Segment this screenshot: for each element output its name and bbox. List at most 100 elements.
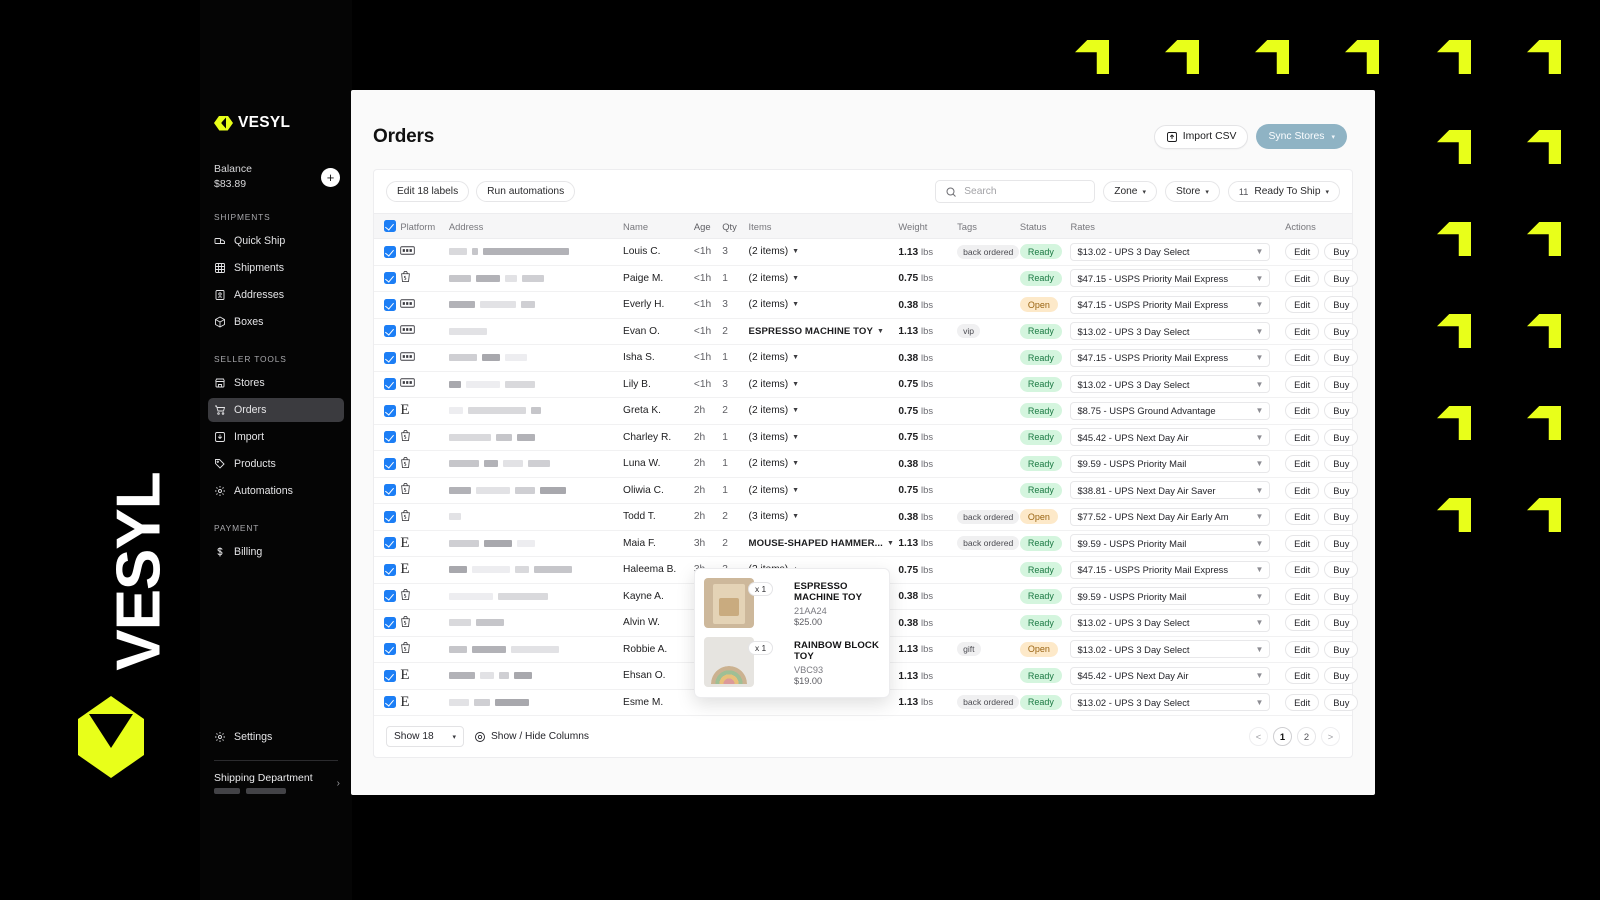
items-cell[interactable]: (2 items) ▼ — [748, 344, 899, 372]
col-platform[interactable]: Platform — [400, 213, 449, 239]
buy-label-button[interactable]: Buy — [1324, 455, 1359, 473]
edit-labels-button[interactable]: Edit 18 labels — [386, 181, 470, 202]
row-select-checkbox[interactable] — [384, 484, 396, 497]
rate-select[interactable]: $13.02 - UPS 3 Day Select ▼ — [1070, 613, 1271, 632]
rate-select[interactable]: $13.02 - UPS 3 Day Select ▼ — [1070, 242, 1271, 261]
row-select-checkbox[interactable] — [384, 272, 396, 285]
buy-label-button[interactable]: Buy — [1324, 534, 1359, 552]
row-select-checkbox[interactable] — [384, 510, 396, 523]
search-field[interactable] — [935, 180, 1096, 203]
rate-select[interactable]: $45.42 - UPS Next Day Air ▼ — [1070, 666, 1271, 685]
chevron-down-icon[interactable]: ▼ — [792, 434, 799, 441]
edit-order-button[interactable]: Edit — [1285, 534, 1320, 552]
items-cell[interactable]: (3 items) ▼ — [748, 503, 899, 531]
row-select-checkbox[interactable] — [384, 590, 396, 603]
chevron-down-icon[interactable]: ▼ — [792, 381, 799, 388]
store-filter-button[interactable]: Store ▾ — [1164, 181, 1220, 202]
pagination-page-2[interactable]: 2 — [1297, 727, 1316, 746]
select-all-checkbox[interactable] — [384, 220, 396, 232]
rate-select[interactable]: $13.02 - UPS 3 Day Select ▼ — [1070, 640, 1271, 659]
chevron-down-icon[interactable]: ▼ — [792, 513, 799, 520]
rate-select[interactable]: $8.75 - USPS Ground Advantage ▼ — [1070, 401, 1271, 420]
edit-order-button[interactable]: Edit — [1285, 428, 1320, 446]
buy-label-button[interactable]: Buy — [1324, 693, 1359, 711]
row-select-checkbox[interactable] — [384, 378, 396, 391]
items-cell[interactable]: (2 items) ▼ — [748, 450, 899, 478]
sidebar-item-settings[interactable]: Settings — [208, 725, 344, 749]
table-row[interactable]: Charley R. 2h 1 (3 items) ▼ 0.75 lbs Ready $45.… — [374, 424, 1359, 451]
row-select-checkbox[interactable] — [384, 431, 396, 444]
edit-order-button[interactable]: Edit — [1285, 667, 1320, 685]
items-cell[interactable]: (2 items) ▼ — [748, 397, 899, 425]
chevron-down-icon[interactable]: ▼ — [792, 407, 799, 414]
sidebar-item-orders[interactable]: Orders — [208, 398, 344, 422]
table-row[interactable]: Louis C. <1h 3 (2 items) ▼ 1.13 lbs back order… — [374, 238, 1359, 266]
edit-order-button[interactable]: Edit — [1285, 561, 1320, 579]
rate-select[interactable]: $77.52 - UPS Next Day Air Early Am ▼ — [1070, 507, 1271, 526]
run-automations-button[interactable]: Run automations — [476, 181, 576, 202]
edit-order-button[interactable]: Edit — [1285, 269, 1320, 287]
table-row[interactable]: Luna W. 2h 1 (2 items) ▼ 0.38 lbs Ready $9.59 -… — [374, 450, 1359, 478]
app-logo[interactable]: VESYL — [200, 112, 352, 134]
edit-order-button[interactable]: Edit — [1285, 508, 1320, 526]
zone-filter-button[interactable]: Zone ▾ — [1103, 181, 1157, 202]
chevron-down-icon[interactable]: ▼ — [792, 275, 799, 282]
rate-select[interactable]: $47.15 - USPS Priority Mail Express ▼ — [1070, 348, 1271, 367]
edit-order-button[interactable]: Edit — [1285, 322, 1320, 340]
table-row[interactable]: Evan O. <1h 2 ESPRESSO MACHINE TOY ▼ 1.13 lbs… — [374, 318, 1359, 345]
pagination-prev-button[interactable]: < — [1249, 727, 1268, 746]
buy-label-button[interactable]: Buy — [1324, 481, 1359, 499]
row-select-checkbox[interactable] — [384, 643, 396, 656]
chevron-down-icon[interactable]: ▼ — [792, 248, 799, 255]
edit-order-button[interactable]: Edit — [1285, 455, 1320, 473]
chevron-down-icon[interactable]: ▼ — [792, 301, 799, 308]
sidebar-item-quick-ship[interactable]: Quick Ship — [208, 229, 344, 253]
edit-order-button[interactable]: Edit — [1285, 296, 1320, 314]
table-row[interactable]: Todd T. 2h 2 (3 items) ▼ 0.38 lbs back ordered… — [374, 503, 1359, 531]
search-input[interactable] — [964, 186, 1086, 197]
buy-label-button[interactable]: Buy — [1324, 296, 1359, 314]
col-address[interactable]: Address — [448, 213, 624, 239]
add-funds-button[interactable]: + — [321, 167, 340, 187]
row-select-checkbox[interactable] — [384, 537, 396, 550]
sidebar-item-import[interactable]: Import — [208, 425, 344, 449]
col-rates[interactable]: Rates — [1070, 213, 1286, 239]
edit-order-button[interactable]: Edit — [1285, 640, 1320, 658]
row-select-checkbox[interactable] — [384, 457, 396, 470]
row-select-checkbox[interactable] — [384, 404, 396, 417]
buy-label-button[interactable]: Buy — [1324, 349, 1359, 367]
chevron-down-icon[interactable]: ▼ — [792, 460, 799, 467]
sidebar-item-addresses[interactable]: Addresses — [208, 283, 344, 307]
buy-label-button[interactable]: Buy — [1324, 243, 1359, 261]
sync-stores-button[interactable]: Sync Stores ▾ — [1256, 124, 1347, 149]
edit-order-button[interactable]: Edit — [1285, 375, 1320, 393]
col-name[interactable]: Name — [623, 213, 694, 239]
edit-order-button[interactable]: Edit — [1285, 243, 1320, 261]
sidebar-item-billing[interactable]: Billing — [208, 540, 344, 564]
chevron-down-icon[interactable]: ▼ — [792, 354, 799, 361]
rate-select[interactable]: $13.02 - UPS 3 Day Select ▼ — [1070, 375, 1271, 394]
import-csv-button[interactable]: Import CSV — [1153, 124, 1249, 149]
buy-label-button[interactable]: Buy — [1324, 508, 1359, 526]
col-tags[interactable]: Tags — [957, 213, 1020, 239]
table-row[interactable]: Isha S. <1h 1 (2 items) ▼ 0.38 lbs Ready $47.15… — [374, 344, 1359, 372]
table-row[interactable]: Paige M. <1h 1 (2 items) ▼ 0.75 lbs Ready $47.1… — [374, 265, 1359, 292]
row-select-checkbox[interactable] — [384, 325, 396, 338]
edit-order-button[interactable]: Edit — [1285, 693, 1320, 711]
table-row[interactable]: Oliwia C. 2h 1 (2 items) ▼ 0.75 lbs Ready $38.8… — [374, 477, 1359, 504]
col-items[interactable]: Items — [748, 213, 899, 239]
buy-label-button[interactable]: Buy — [1324, 667, 1359, 685]
items-cell[interactable]: (2 items) ▼ — [748, 265, 899, 292]
edit-order-button[interactable]: Edit — [1285, 587, 1320, 605]
items-cell[interactable]: (3 items) ▼ — [748, 424, 899, 451]
rate-select[interactable]: $9.59 - USPS Priority Mail ▼ — [1070, 534, 1271, 553]
sidebar-item-stores[interactable]: Stores — [208, 371, 344, 395]
page-size-select[interactable]: Show 18 ▾ — [386, 726, 464, 747]
sidebar-item-automations[interactable]: Automations — [208, 479, 344, 503]
rate-select[interactable]: $13.02 - UPS 3 Day Select ▼ — [1070, 322, 1271, 341]
row-select-checkbox[interactable] — [384, 696, 396, 709]
rate-select[interactable]: $9.59 - USPS Priority Mail ▼ — [1070, 454, 1271, 473]
pagination-page-1[interactable]: 1 — [1273, 727, 1292, 746]
edit-order-button[interactable]: Edit — [1285, 349, 1320, 367]
edit-order-button[interactable]: Edit — [1285, 402, 1320, 420]
